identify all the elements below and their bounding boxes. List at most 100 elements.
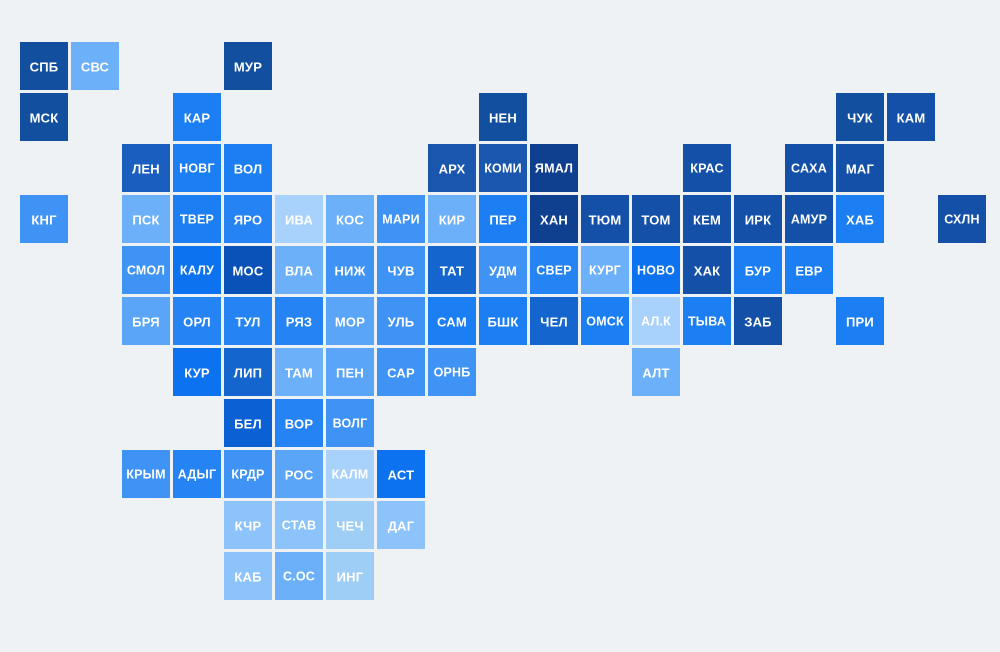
region-tile[interactable]: ВОЛГ (326, 399, 374, 447)
region-tile[interactable]: КРЫМ (122, 450, 170, 498)
region-tile[interactable]: БШК (479, 297, 527, 345)
region-tile[interactable]: КАЛУ (173, 246, 221, 294)
region-tile[interactable]: ЛЕН (122, 144, 170, 192)
region-tile[interactable]: ИВА (275, 195, 323, 243)
region-tile[interactable]: ТАМ (275, 348, 323, 396)
region-tile[interactable]: НЕН (479, 93, 527, 141)
region-tile[interactable]: МУР (224, 42, 272, 90)
region-tile[interactable]: ИРК (734, 195, 782, 243)
region-tile[interactable]: АРХ (428, 144, 476, 192)
region-tile-label: РОС (284, 467, 314, 482)
region-tile[interactable]: ЛИП (224, 348, 272, 396)
region-tile[interactable]: ОМСК (581, 297, 629, 345)
region-tile[interactable]: ЗАБ (734, 297, 782, 345)
region-tile[interactable]: ОРНБ (428, 348, 476, 396)
region-tile[interactable]: ВЛА (275, 246, 323, 294)
region-tile[interactable]: АЛ.К (632, 297, 680, 345)
region-tile[interactable]: ТОМ (632, 195, 680, 243)
region-tile[interactable]: ПСК (122, 195, 170, 243)
region-tile[interactable]: КАМ (887, 93, 935, 141)
region-tile[interactable]: ДАГ (377, 501, 425, 549)
region-tile-label: ВОР (284, 416, 314, 431)
region-tile[interactable]: ЧУК (836, 93, 884, 141)
region-tile[interactable]: ЯМАЛ (530, 144, 578, 192)
region-tile[interactable]: ХАК (683, 246, 731, 294)
region-tile[interactable]: СТАВ (275, 501, 323, 549)
region-tile[interactable]: СПБ (20, 42, 68, 90)
region-tile[interactable]: КОС (326, 195, 374, 243)
region-tile[interactable]: ИНГ (326, 552, 374, 600)
region-tile[interactable]: САХА (785, 144, 833, 192)
region-tile[interactable]: НИЖ (326, 246, 374, 294)
region-tile[interactable]: МАГ (836, 144, 884, 192)
region-tile[interactable]: МОС (224, 246, 272, 294)
region-tile[interactable]: РОС (275, 450, 323, 498)
region-tile[interactable]: ПРИ (836, 297, 884, 345)
region-tile[interactable]: ТЫВА (683, 297, 731, 345)
region-tile[interactable]: САМ (428, 297, 476, 345)
region-tile[interactable]: НОВО (632, 246, 680, 294)
region-tile[interactable]: КУР (173, 348, 221, 396)
region-tile[interactable]: ЧЕЛ (530, 297, 578, 345)
region-tile[interactable]: ВОЛ (224, 144, 272, 192)
region-tile[interactable]: ОРЛ (173, 297, 221, 345)
region-tile[interactable]: КЕМ (683, 195, 731, 243)
region-tile[interactable]: ЕВР (785, 246, 833, 294)
region-tile[interactable]: АСТ (377, 450, 425, 498)
region-tile[interactable]: НОВГ (173, 144, 221, 192)
region-tile[interactable]: С.ОС (275, 552, 323, 600)
region-tile[interactable]: ЧЕЧ (326, 501, 374, 549)
region-tile[interactable]: ТУЛ (224, 297, 272, 345)
region-tile-label: КРДР (231, 467, 265, 482)
region-tile[interactable]: КИР (428, 195, 476, 243)
region-tile[interactable]: ЯРО (224, 195, 272, 243)
region-tile[interactable]: КАБ (224, 552, 272, 600)
region-tile[interactable]: МАРИ (377, 195, 425, 243)
region-tile-map: СПБ СВС МУР МСК КАР НЕН ЧУК КАМ ЛЕН НОВГ ВОЛ АРХ КОМ… (0, 0, 1000, 652)
region-tile[interactable]: КОМИ (479, 144, 527, 192)
region-tile[interactable]: КУРГ (581, 246, 629, 294)
region-tile[interactable]: СХЛН (938, 195, 986, 243)
region-tile[interactable]: ЧУВ (377, 246, 425, 294)
region-tile[interactable]: БЕЛ (224, 399, 272, 447)
region-tile[interactable]: СВС (71, 42, 119, 90)
region-tile[interactable]: КРАС (683, 144, 731, 192)
region-tile[interactable]: ВОР (275, 399, 323, 447)
region-tile[interactable]: КНГ (20, 195, 68, 243)
region-tile[interactable]: БУР (734, 246, 782, 294)
region-tile-label: ТЮМ (588, 212, 622, 227)
region-tile-label: КУР (184, 365, 210, 380)
region-tile[interactable]: ХАН (530, 195, 578, 243)
region-tile-label: ЛЕН (132, 161, 160, 176)
region-tile[interactable]: МОР (326, 297, 374, 345)
region-tile[interactable]: ТВЕР (173, 195, 221, 243)
region-tile[interactable]: КРДР (224, 450, 272, 498)
region-tile[interactable]: ХАБ (836, 195, 884, 243)
region-tile[interactable]: КЧР (224, 501, 272, 549)
region-tile[interactable]: РЯЗ (275, 297, 323, 345)
region-tile-label: НОВО (637, 263, 675, 278)
region-tile[interactable]: ТАТ (428, 246, 476, 294)
region-tile[interactable]: КАЛМ (326, 450, 374, 498)
region-tile[interactable]: БРЯ (122, 297, 170, 345)
region-tile-label: СМОЛ (126, 263, 166, 278)
region-tile-label: КНГ (31, 212, 57, 227)
region-tile[interactable]: АМУР (785, 195, 833, 243)
region-tile[interactable]: СМОЛ (122, 246, 170, 294)
region-tile[interactable]: ТЮМ (581, 195, 629, 243)
region-tile[interactable]: ПЕР (479, 195, 527, 243)
region-tile-label: ВОЛГ (332, 416, 368, 431)
region-tile[interactable]: АДЫГ (173, 450, 221, 498)
region-tile-label: ОРНБ (433, 365, 471, 380)
region-tile-label: ПРИ (846, 314, 874, 329)
region-tile[interactable]: УДМ (479, 246, 527, 294)
region-tile[interactable]: ПЕН (326, 348, 374, 396)
region-tile[interactable]: САР (377, 348, 425, 396)
region-tile[interactable]: МСК (20, 93, 68, 141)
region-tile[interactable]: КАР (173, 93, 221, 141)
region-tile[interactable]: СВЕР (530, 246, 578, 294)
region-tile[interactable]: АЛТ (632, 348, 680, 396)
region-tile-label: КРЫМ (126, 467, 166, 482)
region-tile[interactable]: УЛЬ (377, 297, 425, 345)
region-tile-label: ДАГ (387, 518, 415, 533)
